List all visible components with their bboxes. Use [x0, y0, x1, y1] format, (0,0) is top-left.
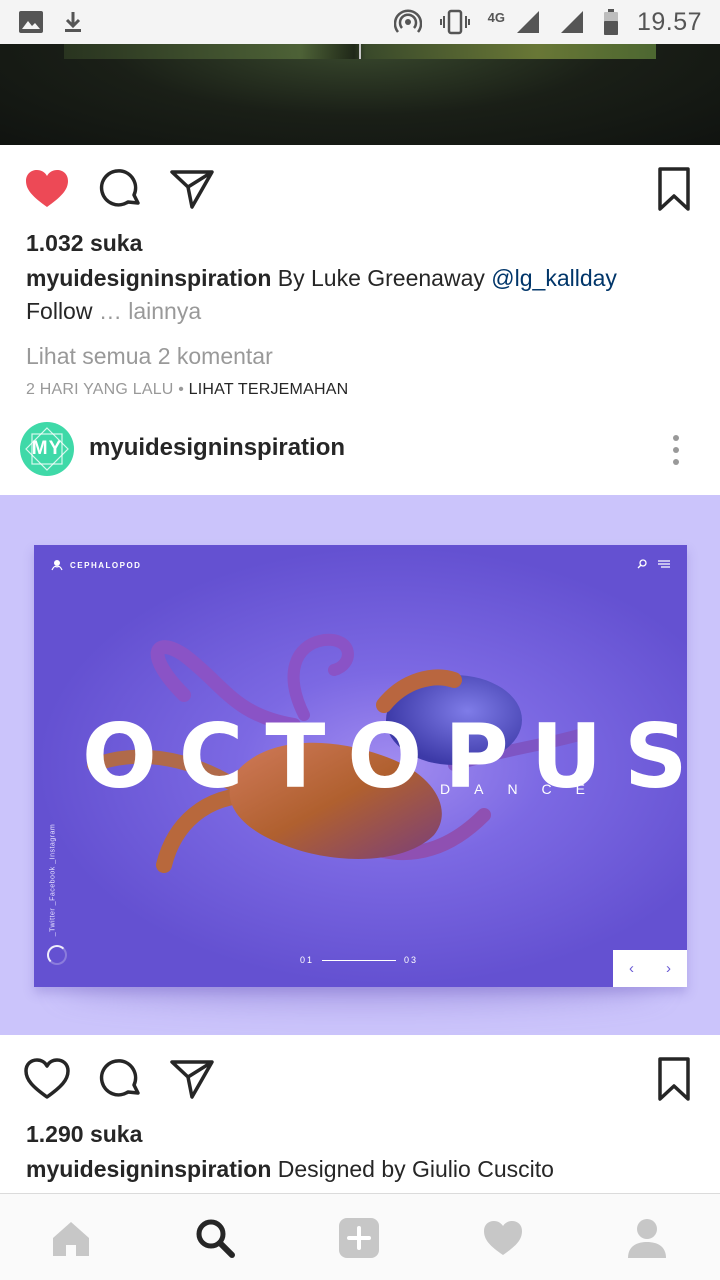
post1-caption-username[interactable]: myuidesigninspiration	[26, 265, 271, 291]
share-direct-icon[interactable]	[168, 165, 216, 213]
mockup-nav-arrows: ‹ ›	[613, 950, 687, 987]
battery-icon	[603, 9, 618, 35]
post2-action-bar	[0, 1035, 720, 1119]
octopus-website-mockup: CEPHALOPOD OCTOPUS DANCE _Twitter _Faceb…	[34, 545, 687, 987]
home-icon[interactable]	[49, 1216, 93, 1260]
mockup-brand: CEPHALOPOD	[50, 559, 141, 571]
meta-separator: •	[173, 381, 189, 398]
mockup-prev-arrow-icon: ‹	[629, 960, 634, 977]
instagram-feed-screen: 4G 19.57 1.032 suka myuidesigninspiratio…	[0, 0, 720, 1280]
mockup-toolbar	[637, 559, 671, 569]
search-icon[interactable]	[193, 1216, 237, 1260]
hotspot-icon	[393, 9, 422, 33]
status-bar: 4G 19.57	[0, 0, 720, 44]
status-time: 19.57	[636, 7, 702, 36]
post1-more-link[interactable]: … lainnya	[92, 298, 201, 324]
like-heart-outline-icon[interactable]	[23, 1055, 71, 1103]
add-post-icon[interactable]	[337, 1216, 381, 1260]
comment-icon[interactable]	[96, 1055, 144, 1103]
post1-caption-text: By Luke Greenaway	[271, 265, 492, 291]
post1-caption-continuation: Follow	[26, 298, 93, 324]
post2-image[interactable]: CEPHALOPOD OCTOPUS DANCE _Twitter _Faceb…	[0, 495, 720, 1035]
bottom-navigation	[0, 1193, 720, 1280]
vibrate-icon	[439, 9, 470, 35]
previous-post-image[interactable]	[0, 44, 720, 145]
mockup-page-total: 03	[404, 955, 419, 965]
signal-icon	[516, 11, 539, 33]
mockup-page-current: 01	[300, 955, 315, 965]
activity-heart-icon[interactable]	[481, 1216, 525, 1260]
mockup-subtitle: DANCE	[440, 781, 610, 797]
mockup-social-links: _Twitter _Facebook _Instagram	[42, 823, 64, 937]
profile-icon[interactable]	[625, 1216, 669, 1260]
avatar-initials: MY	[31, 438, 63, 459]
share-direct-icon[interactable]	[168, 1055, 216, 1103]
signal-2-icon	[560, 11, 583, 33]
post2-like-count[interactable]: 1.290 suka	[26, 1121, 142, 1148]
post1-like-count[interactable]: 1.032 suka	[26, 230, 142, 257]
view-all-comments-link[interactable]: Lihat semua 2 komentar	[26, 343, 273, 370]
status-bar-notifications	[18, 10, 84, 34]
see-translation-link[interactable]: LIHAT TERJEMAHAN	[189, 381, 349, 398]
post2-caption-username[interactable]: myuidesigninspiration	[26, 1156, 271, 1182]
mockup-next-arrow-icon: ›	[666, 960, 671, 977]
like-heart-icon[interactable]	[23, 165, 71, 213]
bookmark-icon[interactable]	[650, 1055, 698, 1103]
post2-caption: myuidesigninspiration Designed by Giulio…	[26, 1153, 706, 1186]
mockup-loader-icon	[47, 945, 67, 965]
more-options-icon[interactable]	[664, 432, 688, 468]
mockup-social-text: _Twitter _Facebook _Instagram	[49, 823, 57, 937]
post1-caption: myuidesigninspiration By Luke Greenaway …	[26, 262, 706, 328]
network-type: 4G	[487, 9, 505, 25]
post1-meta: 2 HARI YANG LALU • LIHAT TERJEMAHAN	[26, 381, 348, 399]
status-bar-system: 4G 19.57	[393, 7, 702, 37]
download-notification-icon	[65, 12, 81, 32]
post1-timestamp: 2 HARI YANG LALU	[26, 381, 174, 398]
post1-action-bar	[0, 145, 720, 229]
mockup-menu-icon	[658, 560, 670, 568]
bookmark-icon[interactable]	[650, 165, 698, 213]
mockup-pager-line	[322, 959, 397, 961]
mockup-brand-name: CEPHALOPOD	[70, 560, 142, 570]
octopus-logo-icon	[51, 560, 63, 571]
post1-caption-mention[interactable]: @lg_kallday	[491, 265, 617, 291]
mockup-pager: 01 03	[300, 955, 418, 965]
avatar[interactable]: MY	[20, 422, 74, 476]
gallery-notification-icon	[19, 11, 43, 33]
comment-icon[interactable]	[96, 165, 144, 213]
post2-header: MY myuidesigninspiration	[0, 420, 720, 495]
previous-image-divider	[359, 44, 361, 59]
post2-caption-text: Designed by Giulio Cuscito	[271, 1156, 554, 1182]
post2-username[interactable]: myuidesigninspiration	[89, 434, 345, 462]
mockup-search-icon	[637, 559, 647, 569]
